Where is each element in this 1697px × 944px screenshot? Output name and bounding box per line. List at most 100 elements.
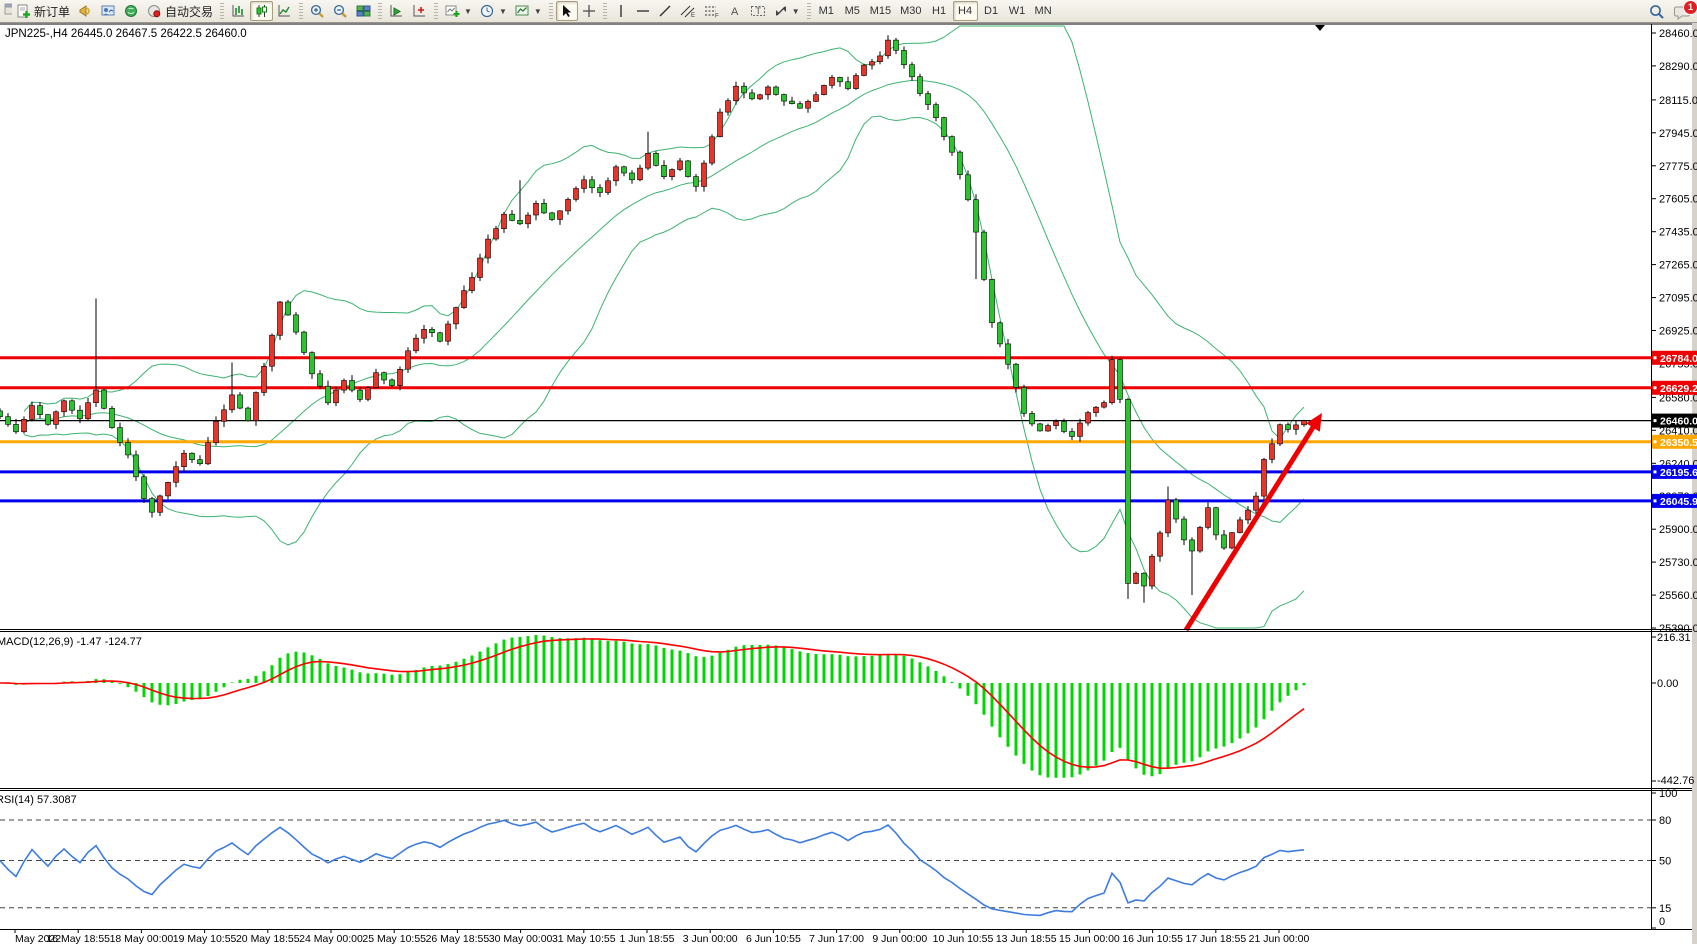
candle-body [406,351,411,369]
candle-body [950,137,955,153]
candle-body [158,496,163,512]
candle-body [310,353,315,374]
bar-chart-type-button[interactable] [227,1,250,21]
timeframe-H4[interactable]: H4 [953,1,978,21]
auto-trading-button[interactable]: 自动交易 [143,1,217,21]
text-icon: A [728,4,741,18]
time-axis-label: 19 May 10:55 [173,933,237,944]
candle-body [1190,540,1195,551]
periods-button[interactable]: ▼ [476,1,511,21]
zoom-in-button[interactable] [306,1,329,21]
clipped-button[interactable] [2,2,12,20]
new-order-button[interactable]: 新订单 [12,1,74,21]
candle-body [1230,533,1235,548]
trendline-tool-button[interactable] [654,1,676,21]
candle-body [822,85,827,94]
signals-button[interactable] [120,1,143,21]
search-icon[interactable] [1649,4,1665,20]
text-label-icon: T [750,4,766,18]
trendline-icon [658,4,672,18]
time-axis-label: 25 May 10:55 [362,933,426,944]
templates-button[interactable]: ▼ [511,1,546,21]
toolbar-separator [603,3,607,19]
crosshair-button[interactable] [578,1,600,21]
channel-tool-button[interactable]: E [676,1,700,21]
svg-text:A: A [731,6,739,18]
candle-body [1222,535,1227,548]
text-label-tool-button[interactable]: T [746,1,770,21]
timeframe-D1[interactable]: D1 [979,1,1004,21]
arrows-shapes-icon [774,4,788,18]
timeframe-M15[interactable]: M15 [866,1,895,21]
timeframe-W1[interactable]: W1 [1005,1,1030,21]
candle-body [174,467,179,483]
candle-body [654,153,659,165]
rsi-axis-label: 50 [1659,856,1671,868]
price-axis-label: 27605.0 [1659,194,1697,206]
profile-chart-icon [101,4,116,18]
time-axis-label: 18 May 00:00 [110,933,174,944]
badge-notch-icon [1654,386,1657,389]
timeframe-MN[interactable]: MN [1031,1,1056,21]
candle-body [1118,360,1123,400]
candle-body [550,213,555,220]
zoom-out-button[interactable] [329,1,352,21]
indicators-button[interactable]: ▼ [441,1,476,21]
macd-max-label: 216.31 [1657,632,1691,644]
notifications-button[interactable]: 1 [1673,4,1691,20]
auto-scroll-button[interactable] [385,1,408,21]
text-tool-button[interactable]: A [724,1,746,21]
timeframe-M5[interactable]: M5 [840,1,865,21]
price-badge-label: 26195.6 [1660,467,1697,479]
candle-body [102,390,107,408]
market-watch-button[interactable] [97,1,120,21]
bar-chart-icon [231,4,246,18]
vertical-line-icon [615,4,627,18]
zoom-out-icon [333,4,348,19]
timeframe-M30[interactable]: M30 [896,1,925,21]
candle-body [670,170,675,177]
candle-body [494,229,499,239]
candle-body [430,329,435,332]
cursor-icon [560,4,573,18]
candle-body [854,76,859,89]
svg-text:F: F [715,14,719,19]
horn-icon [78,4,93,18]
arrows-tool-button[interactable]: ▼ [770,1,804,21]
candle-body [286,302,291,315]
rsi-label: RSI(14) 57.3087 [0,794,77,806]
candle-body [222,410,227,422]
chart-canvas[interactable]: 28460.028290.028115.027945.027775.027605… [0,23,1697,944]
candlestick-chart-type-button[interactable] [250,1,273,21]
candle-body [126,442,131,455]
candle-body [966,175,971,200]
vertical-line-tool-button[interactable] [610,1,632,21]
candle-body [782,95,787,102]
candle-body [1270,444,1275,460]
horizontal-line-tool-button[interactable] [632,1,654,21]
candle-body [942,118,947,137]
candle-body [206,443,211,464]
line-chart-type-button[interactable] [273,1,296,21]
candle-body [566,199,571,211]
candle-body [198,460,203,464]
chart-shift-button[interactable] [408,1,431,21]
candle-body [934,105,939,118]
tile-windows-button[interactable] [352,1,375,21]
timeframe-M1[interactable]: M1 [814,1,839,21]
candle-body [462,291,467,308]
toolbar-separator [378,3,382,19]
badge-notch-icon [1654,419,1657,422]
candle-body [366,388,371,400]
candle-body [166,482,171,496]
timeframe-H1[interactable]: H1 [927,1,952,21]
news-horn-button[interactable] [74,1,97,21]
time-axis-label: 15 Jun 00:00 [1059,933,1120,944]
candle-body [6,417,11,425]
candle-body [606,181,611,193]
time-axis-label: 7 Jun 17:00 [809,933,864,944]
clock-icon [480,4,495,18]
candle-body [1110,360,1115,403]
cursor-button[interactable] [556,1,578,21]
fibonacci-tool-button[interactable]: F [700,1,724,21]
